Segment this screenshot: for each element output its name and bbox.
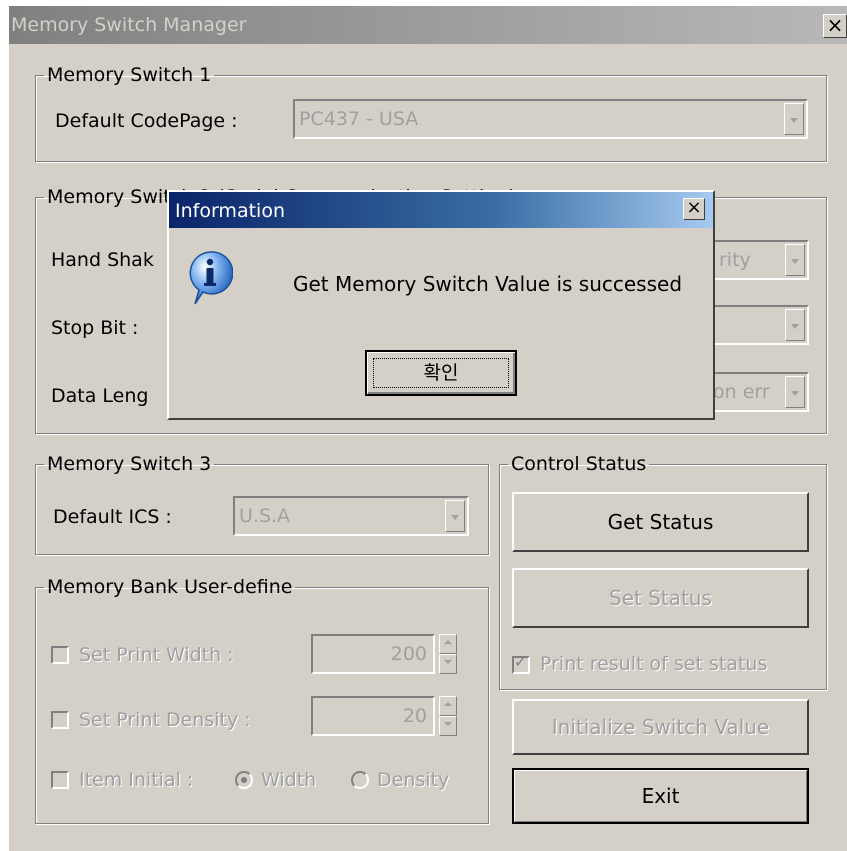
width-radio-label: Width <box>261 769 317 791</box>
initialize-switch-value-button[interactable]: Initialize Switch Value <box>512 699 809 755</box>
set-status-button[interactable]: Set Status <box>512 568 809 628</box>
print-result-label: Print result of set status <box>540 653 768 675</box>
default-codepage-select[interactable]: PC437 - USA <box>293 99 808 139</box>
spin-down-icon[interactable] <box>439 716 457 736</box>
information-dialog: Information × Get Memory Switch Value is… <box>167 190 715 420</box>
density-radio-label: Density <box>377 769 450 791</box>
item-initial-label: Item Initial : <box>79 769 194 791</box>
control-status-legend: Control Status <box>511 453 647 475</box>
set-print-width-checkbox[interactable] <box>51 646 69 664</box>
window-title: Memory Switch Manager <box>11 14 247 36</box>
default-ics-label: Default ICS : <box>53 506 172 528</box>
set-print-width-label: Set Print Width : <box>79 644 234 666</box>
set-print-density-label: Set Print Density : <box>79 709 251 731</box>
print-width-spinner[interactable] <box>439 634 457 674</box>
handshake-label: Hand Shak <box>51 249 154 271</box>
exit-button[interactable]: Exit <box>512 768 809 824</box>
stop-bit-label: Stop Bit : <box>51 317 139 339</box>
ok-button[interactable]: 확인 <box>365 350 517 396</box>
default-codepage-label: Default CodePage : <box>55 110 238 132</box>
chevron-down-icon[interactable] <box>785 309 805 341</box>
density-radio[interactable] <box>351 771 369 789</box>
memory-switch-manager-window: Memory Switch Manager × Memory Switch 1 … <box>9 6 847 851</box>
title-bar[interactable]: Memory Switch Manager × <box>9 6 847 44</box>
print-width-input[interactable]: 200 <box>311 634 435 674</box>
print-density-input[interactable]: 20 <box>311 696 435 736</box>
dialog-close-button[interactable]: × <box>683 198 705 220</box>
set-print-density-checkbox[interactable] <box>51 711 69 729</box>
dialog-title: Information <box>175 200 285 222</box>
ok-button-label: 확인 <box>373 358 509 388</box>
handshake-value: rity <box>719 249 751 271</box>
info-icon <box>189 251 233 305</box>
window-close-button[interactable]: × <box>823 14 847 38</box>
chevron-down-icon[interactable] <box>784 103 804 135</box>
get-status-button[interactable]: Get Status <box>512 492 809 552</box>
default-ics-value: U.S.A <box>239 505 291 527</box>
spin-down-icon[interactable] <box>439 654 457 674</box>
dialog-title-bar[interactable]: Information × <box>169 192 713 228</box>
chevron-down-icon[interactable] <box>445 500 465 532</box>
memory-switch-3-legend: Memory Switch 3 <box>47 453 212 475</box>
spin-up-icon[interactable] <box>439 634 457 654</box>
chevron-down-icon[interactable] <box>785 376 805 408</box>
print-result-checkbox[interactable] <box>512 653 530 674</box>
spin-up-icon[interactable] <box>439 696 457 716</box>
default-ics-select[interactable]: U.S.A <box>233 496 469 536</box>
default-codepage-value: PC437 - USA <box>299 108 419 130</box>
memory-bank-legend: Memory Bank User-define <box>47 576 293 598</box>
data-length-value: on err <box>713 381 770 403</box>
data-length-label: Data Leng <box>51 385 149 407</box>
chevron-down-icon[interactable] <box>785 244 805 276</box>
dialog-message: Get Memory Switch Value is successed <box>293 272 683 296</box>
item-initial-checkbox[interactable] <box>51 771 69 789</box>
memory-switch-1-legend: Memory Switch 1 <box>47 64 212 86</box>
print-density-spinner[interactable] <box>439 696 457 736</box>
width-radio[interactable] <box>235 771 253 789</box>
